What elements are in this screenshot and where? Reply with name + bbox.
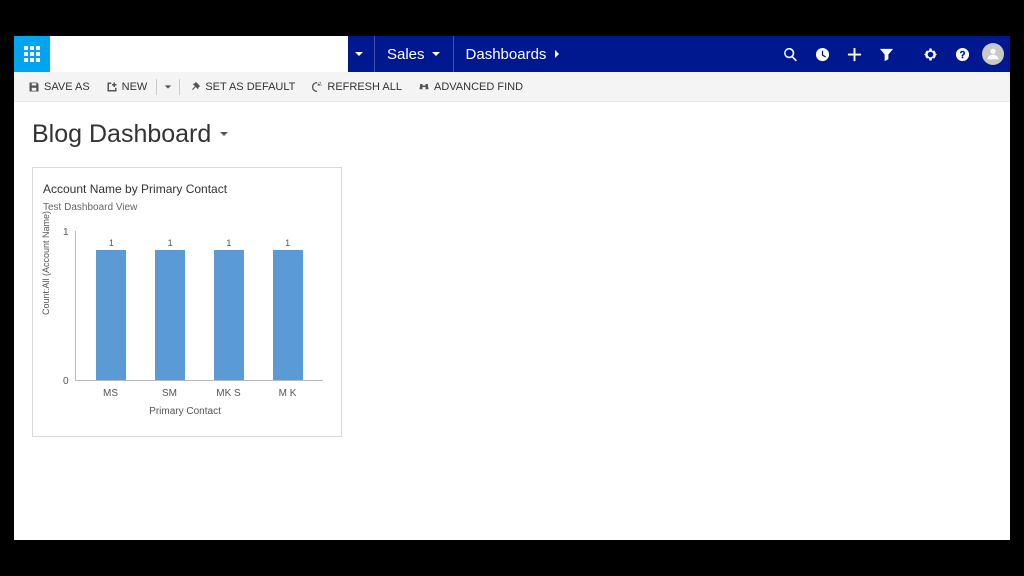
chevron-down-icon <box>164 83 172 91</box>
bar-value-label: 1 <box>168 238 173 248</box>
cmd-save-as[interactable]: SAVE AS <box>20 72 98 101</box>
cmd-label: SAVE AS <box>44 81 90 93</box>
cmd-label: SET AS DEFAULT <box>205 81 295 93</box>
cmd-new[interactable]: NEW <box>98 72 156 101</box>
app-launcher[interactable] <box>14 36 50 72</box>
y-tick: 1 <box>63 227 69 238</box>
command-bar: SAVE AS NEW SET AS DEFAULT REFRESH ALL A… <box>14 72 1010 102</box>
x-tick-label: MK S <box>207 388 251 399</box>
new-icon <box>106 81 118 93</box>
new-record-button[interactable] <box>838 36 870 72</box>
cmd-set-default[interactable]: SET AS DEFAULT <box>181 72 303 101</box>
bar[interactable]: 1 <box>148 238 192 380</box>
plus-icon <box>847 47 862 62</box>
cmd-separator <box>156 79 157 95</box>
user-avatar[interactable] <box>982 43 1004 65</box>
cmd-separator <box>179 79 180 95</box>
x-tick-label: SM <box>148 388 192 399</box>
x-axis-label: Primary Contact <box>43 406 327 417</box>
cmd-label: REFRESH ALL <box>327 81 402 93</box>
pin-icon <box>189 81 201 93</box>
bar-rect <box>155 250 185 380</box>
x-ticks: MS SM MK S M K <box>75 388 323 399</box>
x-tick-label: MS <box>89 388 133 399</box>
page-title: Blog Dashboard <box>32 120 211 149</box>
search-icon <box>783 47 798 62</box>
bar[interactable]: 1 <box>207 238 251 380</box>
nav-subarea[interactable]: Dashboards <box>454 36 575 72</box>
nav-right <box>774 36 1010 72</box>
chevron-right-icon <box>552 46 562 63</box>
question-icon <box>955 47 970 62</box>
recent-button[interactable] <box>806 36 838 72</box>
nav-area-label: Sales <box>387 46 425 63</box>
refresh-icon <box>311 81 323 93</box>
nav-subarea-label: Dashboards <box>466 46 547 63</box>
bar-value-label: 1 <box>109 238 114 248</box>
cmd-advanced-find[interactable]: ADVANCED FIND <box>410 72 531 101</box>
cmd-refresh-all[interactable]: REFRESH ALL <box>303 72 410 101</box>
y-axis-label: Count:All (Account Name) <box>41 211 51 315</box>
bar-value-label: 1 <box>285 238 290 248</box>
nav-area[interactable]: Sales <box>375 36 453 72</box>
cmd-label: ADVANCED FIND <box>434 81 523 93</box>
chevron-down-icon <box>431 46 441 63</box>
app-frame: Sales Dashboards <box>14 36 1010 540</box>
help-button[interactable] <box>946 36 978 72</box>
filter-button[interactable] <box>870 36 902 72</box>
bar[interactable]: 1 <box>266 238 310 380</box>
gear-icon <box>923 47 938 62</box>
dashboard-title-selector[interactable]: Blog Dashboard <box>32 120 992 149</box>
nav-logo-gap <box>50 36 348 72</box>
bars-container: 1 1 1 1 <box>76 231 323 380</box>
save-icon <box>28 81 40 93</box>
chart-title: Account Name by Primary Contact <box>43 182 331 196</box>
bar-rect <box>214 250 244 380</box>
bar[interactable]: 1 <box>89 238 133 380</box>
content-area: Blog Dashboard Account Name by Primary C… <box>14 102 1010 455</box>
y-tick: 0 <box>63 376 69 387</box>
x-tick-label: M K <box>266 388 310 399</box>
cmd-label: NEW <box>122 81 148 93</box>
settings-button[interactable] <box>914 36 946 72</box>
bar-rect <box>96 250 126 380</box>
chevron-down-icon <box>219 126 229 144</box>
bar-rect <box>273 250 303 380</box>
plot-area: 1 1 1 1 <box>75 231 323 381</box>
waffle-icon <box>24 46 40 62</box>
funnel-icon <box>879 47 894 62</box>
chart-card: Account Name by Primary Contact Test Das… <box>32 167 342 437</box>
clock-icon <box>815 47 830 62</box>
chart: Count:All (Account Name) 1 0 1111 MSSMMK… <box>43 221 327 419</box>
global-nav: Sales Dashboards <box>14 36 1010 72</box>
binoculars-icon <box>418 81 430 93</box>
person-icon <box>986 47 1000 61</box>
cmd-new-dropdown[interactable] <box>158 72 178 101</box>
bar-value-label: 1 <box>226 238 231 248</box>
chart-subtitle: Test Dashboard View <box>43 202 331 213</box>
search-button[interactable] <box>774 36 806 72</box>
chevron-down-icon <box>354 46 364 63</box>
area-dropdown-toggle[interactable] <box>348 36 374 72</box>
